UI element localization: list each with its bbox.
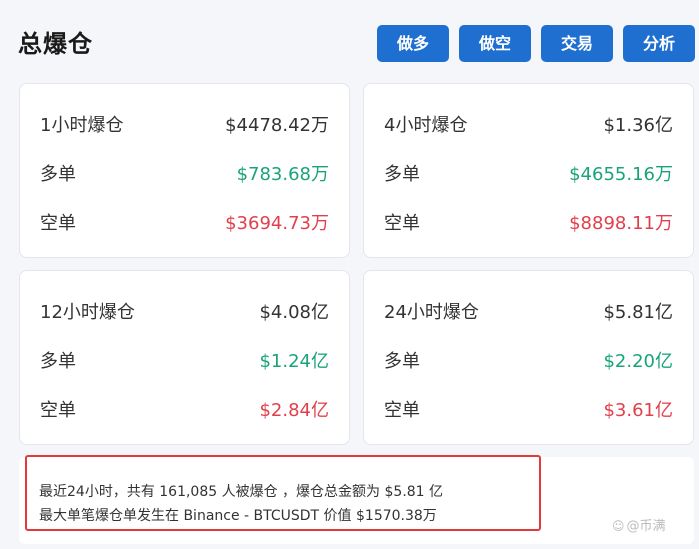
long-value: $2.20亿 — [603, 351, 673, 372]
card-long-row: 多单 $1.24亿 — [40, 347, 329, 375]
header: 总爆仓 做多 做空 交易 分析 — [0, 0, 699, 80]
card-short-row: 空单 $8898.11万 — [384, 209, 673, 237]
watermark-text: @币满 — [626, 519, 666, 534]
card-total-row: 4小时爆仓 $1.36亿 — [384, 111, 673, 139]
card-long-row: 多单 $783.68万 — [40, 160, 329, 188]
card-24h-liquidation: 24小时爆仓 $5.81亿 多单 $2.20亿 空单 $3.61亿 — [363, 270, 694, 445]
card-12h-liquidation: 12小时爆仓 $4.08亿 多单 $1.24亿 空单 $2.84亿 — [19, 270, 350, 445]
trade-button[interactable]: 交易 — [541, 25, 613, 62]
card-long-row: 多单 $4655.16万 — [384, 160, 673, 188]
card-short-row: 空单 $2.84亿 — [40, 396, 329, 424]
short-label: 空单 — [40, 213, 76, 234]
card-4h-liquidation: 4小时爆仓 $1.36亿 多单 $4655.16万 空单 $8898.11万 — [363, 83, 694, 258]
card-long-row: 多单 $2.20亿 — [384, 347, 673, 375]
long-label: 多单 — [40, 164, 76, 185]
long-label: 多单 — [40, 351, 76, 372]
card-total-value: $4.08亿 — [259, 302, 329, 323]
long-value: $1.24亿 — [259, 351, 329, 372]
card-1h-liquidation: 1小时爆仓 $4478.42万 多单 $783.68万 空单 $3694.73万 — [19, 83, 350, 258]
card-total-row: 24小时爆仓 $5.81亿 — [384, 298, 673, 326]
card-title: 12小时爆仓 — [40, 302, 135, 323]
short-value: $2.84亿 — [259, 400, 329, 421]
liquidation-panel: 总爆仓 做多 做空 交易 分析 1小时爆仓 $4478.42万 多单 $783.… — [0, 0, 699, 549]
watermark-icon: ☺ — [612, 519, 625, 533]
long-label: 多单 — [384, 164, 420, 185]
card-total-row: 12小时爆仓 $4.08亿 — [40, 298, 329, 326]
card-title: 1小时爆仓 — [40, 115, 124, 136]
short-value: $3694.73万 — [225, 213, 329, 234]
short-label: 空单 — [40, 400, 76, 421]
long-button[interactable]: 做多 — [377, 25, 449, 62]
card-total-value: $1.36亿 — [603, 115, 673, 136]
short-value: $3.61亿 — [603, 400, 673, 421]
short-button[interactable]: 做空 — [459, 25, 531, 62]
short-label: 空单 — [384, 213, 420, 234]
long-value: $783.68万 — [236, 164, 329, 185]
card-title: 4小时爆仓 — [384, 115, 468, 136]
card-short-row: 空单 $3694.73万 — [40, 209, 329, 237]
short-label: 空单 — [384, 400, 420, 421]
watermark: ☺ @币满 — [612, 515, 666, 534]
card-short-row: 空单 $3.61亿 — [384, 396, 673, 424]
card-total-row: 1小时爆仓 $4478.42万 — [40, 111, 329, 139]
long-label: 多单 — [384, 351, 420, 372]
card-title: 24小时爆仓 — [384, 302, 479, 323]
page-title: 总爆仓 — [18, 30, 93, 58]
highlight-box — [25, 455, 541, 531]
card-total-value: $5.81亿 — [603, 302, 673, 323]
card-total-value: $4478.42万 — [225, 115, 329, 136]
short-value: $8898.11万 — [569, 213, 673, 234]
analysis-button[interactable]: 分析 — [623, 25, 695, 62]
long-value: $4655.16万 — [569, 164, 673, 185]
